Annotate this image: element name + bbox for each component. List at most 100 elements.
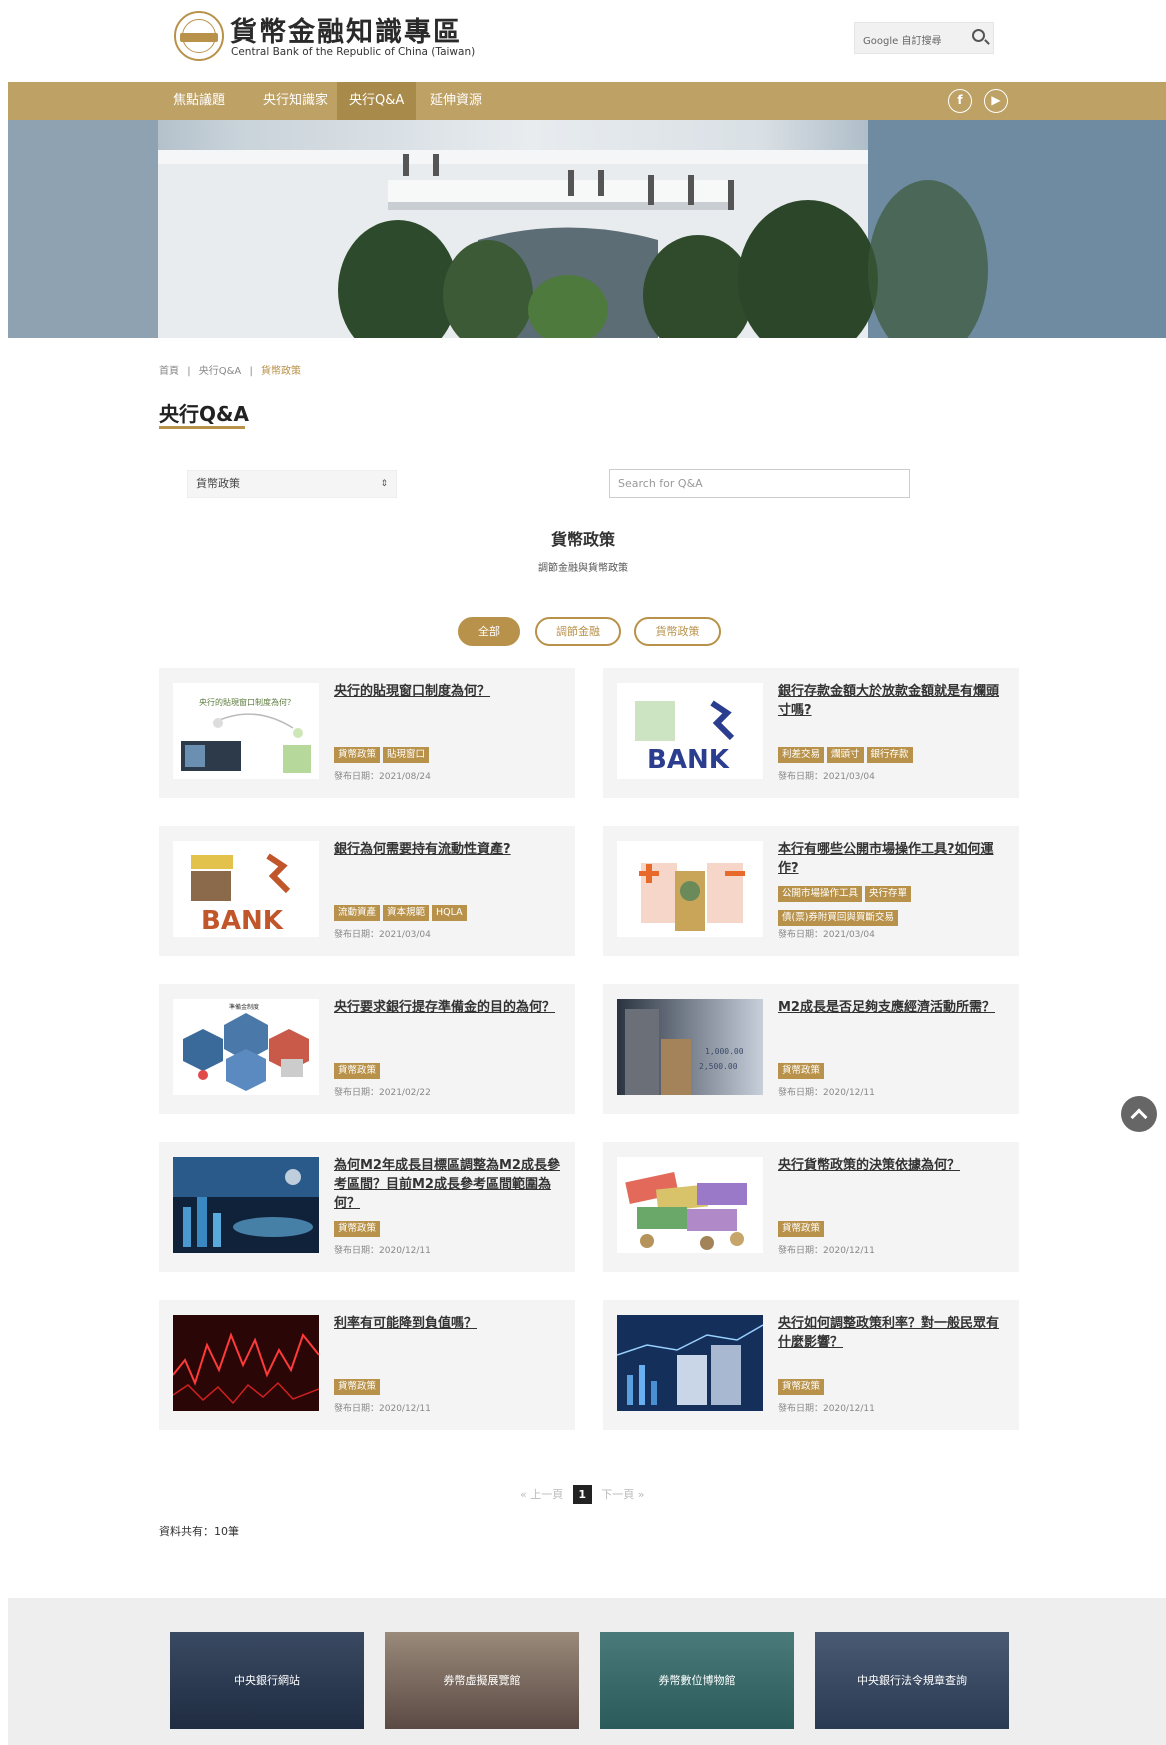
card-thumbnail[interactable]: 央行的貼現窗口制度為何？: [173, 683, 319, 779]
card-title[interactable]: M2成長是否足夠支應經濟活動所需？: [778, 998, 1006, 1017]
footer-link-cbc[interactable]: 中央銀行網站: [170, 1632, 364, 1729]
card-title[interactable]: 銀行存款金額大於放款金額就是有爛頭寸嗎?: [778, 682, 1006, 720]
tag[interactable]: 貨幣政策: [778, 1379, 825, 1395]
card-date: 發布日期：2020/12/11: [778, 1404, 875, 1414]
nav-item-knowledge[interactable]: 央行知識家: [251, 82, 340, 120]
central-bank-building-image: [8, 120, 1166, 338]
tag[interactable]: 貨幣政策: [334, 747, 381, 763]
card-title[interactable]: 本行有哪些公開市場操作工具?如何運作?: [778, 840, 1006, 878]
card-tags: 貨幣政策: [778, 1374, 1008, 1398]
qa-card[interactable]: 央行如何調整政策利率？對一般民眾有什麼影響？ 貨幣政策 發布日期：2020/12…: [603, 1300, 1019, 1430]
cbc-logo-icon[interactable]: [174, 11, 224, 61]
card-tags: 貨幣政策: [778, 1216, 1008, 1240]
qa-search-input[interactable]: Search for Q&A: [609, 469, 910, 498]
qa-card[interactable]: 央行貨幣政策的決策依據為何？ 貨幣政策 發布日期：2020/12/11: [603, 1142, 1019, 1272]
card-date: 發布日期：2020/12/11: [778, 1088, 875, 1098]
youtube-icon[interactable]: ▶: [984, 89, 1008, 113]
tag[interactable]: 貨幣政策: [334, 1379, 381, 1395]
google-search-label: Google 自訂搜尋: [863, 36, 942, 47]
breadcrumb: 首頁 | 央行Q&A | 貨幣政策: [159, 362, 301, 377]
pagination: « 上一頁 1 下一頁 »: [520, 1485, 644, 1504]
card-title[interactable]: 央行貨幣政策的決策依據為何？: [778, 1156, 1006, 1175]
site-subtitle: Central Bank of the Republic of China (T…: [231, 46, 476, 58]
section-subtitle: 調節金融與貨幣政策: [538, 563, 628, 574]
tag[interactable]: 爛頭寸: [827, 747, 864, 763]
tag[interactable]: 央行存單: [865, 886, 912, 902]
qa-card[interactable]: BANK 銀行為何需要持有流動性資產? 流動資產 資本規範 HQLA 發布日期：20…: [159, 826, 575, 956]
qa-card[interactable]: 本行有哪些公開市場操作工具?如何運作? 公開市場操作工具 央行存單債(票)券附買回…: [603, 826, 1019, 956]
pager-prev[interactable]: « 上一頁: [520, 1488, 563, 1501]
card-thumbnail[interactable]: BANK: [173, 841, 319, 937]
search-icon[interactable]: [972, 29, 985, 42]
category-select-value: 貨幣政策: [196, 477, 240, 490]
site-header: 貨幣金融知識專區 Central Bank of the Republic of…: [0, 0, 1166, 82]
card-thumbnail[interactable]: 1,000.00 2,500.00: [617, 999, 763, 1095]
card-date: 發布日期：2021/03/04: [334, 930, 431, 940]
google-search-box[interactable]: Google 自訂搜尋: [854, 22, 994, 54]
card-thumbnail[interactable]: [617, 1157, 763, 1253]
tag[interactable]: 貼現窗口: [383, 747, 430, 763]
title-underline: [159, 426, 245, 429]
tag[interactable]: 債(票)券附買回與買斷交易: [778, 910, 898, 926]
tag[interactable]: 貨幣政策: [334, 1063, 381, 1079]
card-thumbnail[interactable]: [617, 841, 763, 937]
card-thumbnail[interactable]: BANK: [617, 683, 763, 779]
nav-item-resources[interactable]: 延伸資源: [418, 82, 494, 120]
category-select[interactable]: 貨幣政策 ⇕: [187, 470, 397, 498]
footer-link-label: 中央銀行網站: [234, 1674, 300, 1687]
qa-card[interactable]: BANK 銀行存款金額大於放款金額就是有爛頭寸嗎? 利差交易 爛頭寸 銀行存款 發布…: [603, 668, 1019, 798]
qa-card[interactable]: 央行的貼現窗口制度為何？ 央行的貼現窗口制度為何？ 貨幣政策 貼現窗口 發布日期：…: [159, 668, 575, 798]
filter-pill-all[interactable]: 全部: [458, 617, 520, 646]
svg-text:2,500.00: 2,500.00: [699, 1062, 738, 1071]
tag[interactable]: 利差交易: [778, 747, 825, 763]
qa-card[interactable]: 利率有可能降到負值嗎？ 貨幣政策 發布日期：2020/12/11: [159, 1300, 575, 1430]
tag[interactable]: 銀行存款: [866, 747, 913, 763]
card-thumbnail[interactable]: [173, 1315, 319, 1411]
thumb-caption: BANK: [201, 906, 284, 936]
back-to-top-button[interactable]: [1121, 1096, 1157, 1132]
qa-card[interactable]: 準備金制度 央行要求銀行提存準備金的目的為何？ 貨幣政策 發布日期：2021/0…: [159, 984, 575, 1114]
card-tags: 貨幣政策: [334, 1058, 564, 1082]
card-date: 發布日期：2020/12/11: [334, 1404, 431, 1414]
thumb-caption: 準備金制度: [229, 1003, 259, 1011]
card-tags: 貨幣政策 貼現窗口: [334, 742, 564, 766]
breadcrumb-home[interactable]: 首頁: [159, 366, 179, 377]
tag[interactable]: 資本規範: [383, 905, 430, 921]
pager-page-current[interactable]: 1: [572, 1485, 592, 1504]
tag[interactable]: 貨幣政策: [778, 1063, 825, 1079]
card-date: 發布日期：2020/12/11: [778, 1246, 875, 1256]
footer-link-digital-museum[interactable]: 券幣數位博物館: [600, 1632, 794, 1729]
card-title[interactable]: 銀行為何需要持有流動性資產?: [334, 840, 562, 859]
card-thumbnail[interactable]: 準備金制度: [173, 999, 319, 1095]
breadcrumb-current: 貨幣政策: [261, 366, 302, 377]
nav-item-qa[interactable]: 央行Q&A: [337, 82, 417, 120]
facebook-icon[interactable]: f: [948, 89, 972, 113]
card-date: 發布日期：2021/03/04: [778, 772, 875, 782]
tag[interactable]: 貨幣政策: [334, 1221, 381, 1237]
card-date: 發布日期：2020/12/11: [334, 1246, 431, 1256]
nav-item-focus[interactable]: 焦點議題: [161, 82, 237, 120]
tag[interactable]: 流動資產: [334, 905, 381, 921]
tag[interactable]: HQLA: [432, 905, 467, 921]
tag[interactable]: 公開市場操作工具: [778, 886, 863, 902]
card-title[interactable]: 央行要求銀行提存準備金的目的為何？: [334, 998, 562, 1017]
card-title[interactable]: 為何M2年成長目標區調整為M2成長參考區間？目前M2成長參考區間範圍為何？: [334, 1156, 562, 1213]
site-title[interactable]: 貨幣金融知識專區: [230, 10, 462, 49]
breadcrumb-parent[interactable]: 央行Q&A: [199, 366, 242, 377]
tag[interactable]: 貨幣政策: [778, 1221, 825, 1237]
qa-card[interactable]: 1,000.00 2,500.00 M2成長是否足夠支應經濟活動所需？ 貨幣政策…: [603, 984, 1019, 1114]
card-title[interactable]: 央行如何調整政策利率？對一般民眾有什麼影響？: [778, 1314, 1006, 1352]
filter-pill-adjust-finance[interactable]: 調節金融: [535, 617, 621, 646]
footer-link-regulations[interactable]: 中央銀行法令規章查詢: [815, 1632, 1009, 1729]
card-thumbnail[interactable]: [173, 1157, 319, 1253]
total-count: 資料共有：10筆: [159, 1525, 239, 1538]
pager-next[interactable]: 下一頁 »: [601, 1488, 644, 1501]
qa-card[interactable]: 為何M2年成長目標區調整為M2成長參考區間？目前M2成長參考區間範圍為何？ 貨幣…: [159, 1142, 575, 1272]
footer-link-virtual-exhibition[interactable]: 券幣虛擬展覽館: [385, 1632, 579, 1729]
card-tags: 流動資產 資本規範 HQLA: [334, 900, 564, 924]
card-title[interactable]: 利率有可能降到負值嗎？: [334, 1314, 562, 1333]
card-title[interactable]: 央行的貼現窗口制度為何？: [334, 682, 562, 701]
filter-pill-monetary-policy[interactable]: 貨幣政策: [634, 617, 721, 646]
card-thumbnail[interactable]: [617, 1315, 763, 1411]
select-arrow-icon: ⇕: [380, 479, 388, 489]
